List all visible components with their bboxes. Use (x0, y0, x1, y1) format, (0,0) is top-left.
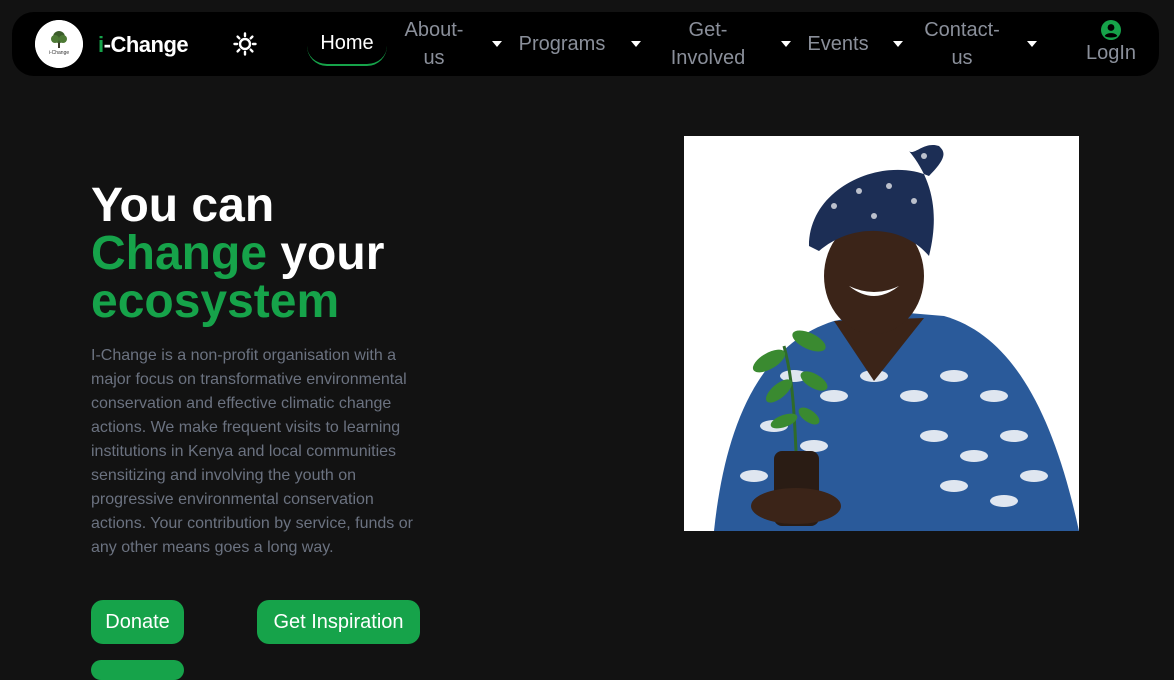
logo-tree-icon: i-Change (35, 20, 83, 68)
nav-get-involved[interactable]: Get- Involved (658, 16, 758, 72)
nav-events[interactable]: Events (798, 30, 878, 58)
nav-home[interactable]: Home (307, 24, 387, 66)
navbar: i-Change i-Change Home About- us Program… (12, 12, 1159, 76)
login-button[interactable]: LogIn (1082, 20, 1140, 65)
events-caret-down-icon[interactable] (893, 41, 903, 47)
partial-button[interactable] (91, 660, 184, 680)
login-label: LogIn (1085, 42, 1137, 64)
nav-contact-us[interactable]: Contact- us (912, 16, 1012, 72)
hero-description: I-Change is a non-profit organisation wi… (91, 347, 413, 556)
about-caret-down-icon[interactable] (492, 41, 502, 47)
nav-programs[interactable]: Programs (512, 30, 612, 58)
programs-caret-down-icon[interactable] (631, 41, 641, 47)
woman-with-seedling-illustration (684, 136, 1079, 531)
logo[interactable]: i-Change (35, 20, 83, 68)
sun-icon (233, 32, 257, 56)
hero-image (684, 136, 1079, 531)
hero-word-your: your (267, 227, 385, 280)
theme-toggle-button[interactable] (233, 32, 257, 56)
nav-about-us[interactable]: About- us (396, 16, 472, 72)
logo-text: i-Change (49, 50, 70, 56)
hero-line-1: You can (91, 179, 275, 232)
brand-rest: -Change (103, 32, 189, 57)
get-inspiration-button[interactable]: Get Inspiration (257, 600, 420, 644)
hero-word-ecosystem: ecosystem (91, 275, 340, 328)
hero-word-change: Change (91, 227, 268, 280)
get-involved-caret-down-icon[interactable] (781, 41, 791, 47)
brand-name[interactable]: i-Change (98, 32, 189, 58)
user-circle-icon (1101, 20, 1121, 40)
hero-title: You can Change your ecosystem (91, 182, 384, 326)
donate-button[interactable]: Donate (91, 600, 184, 644)
contact-caret-down-icon[interactable] (1027, 41, 1037, 47)
